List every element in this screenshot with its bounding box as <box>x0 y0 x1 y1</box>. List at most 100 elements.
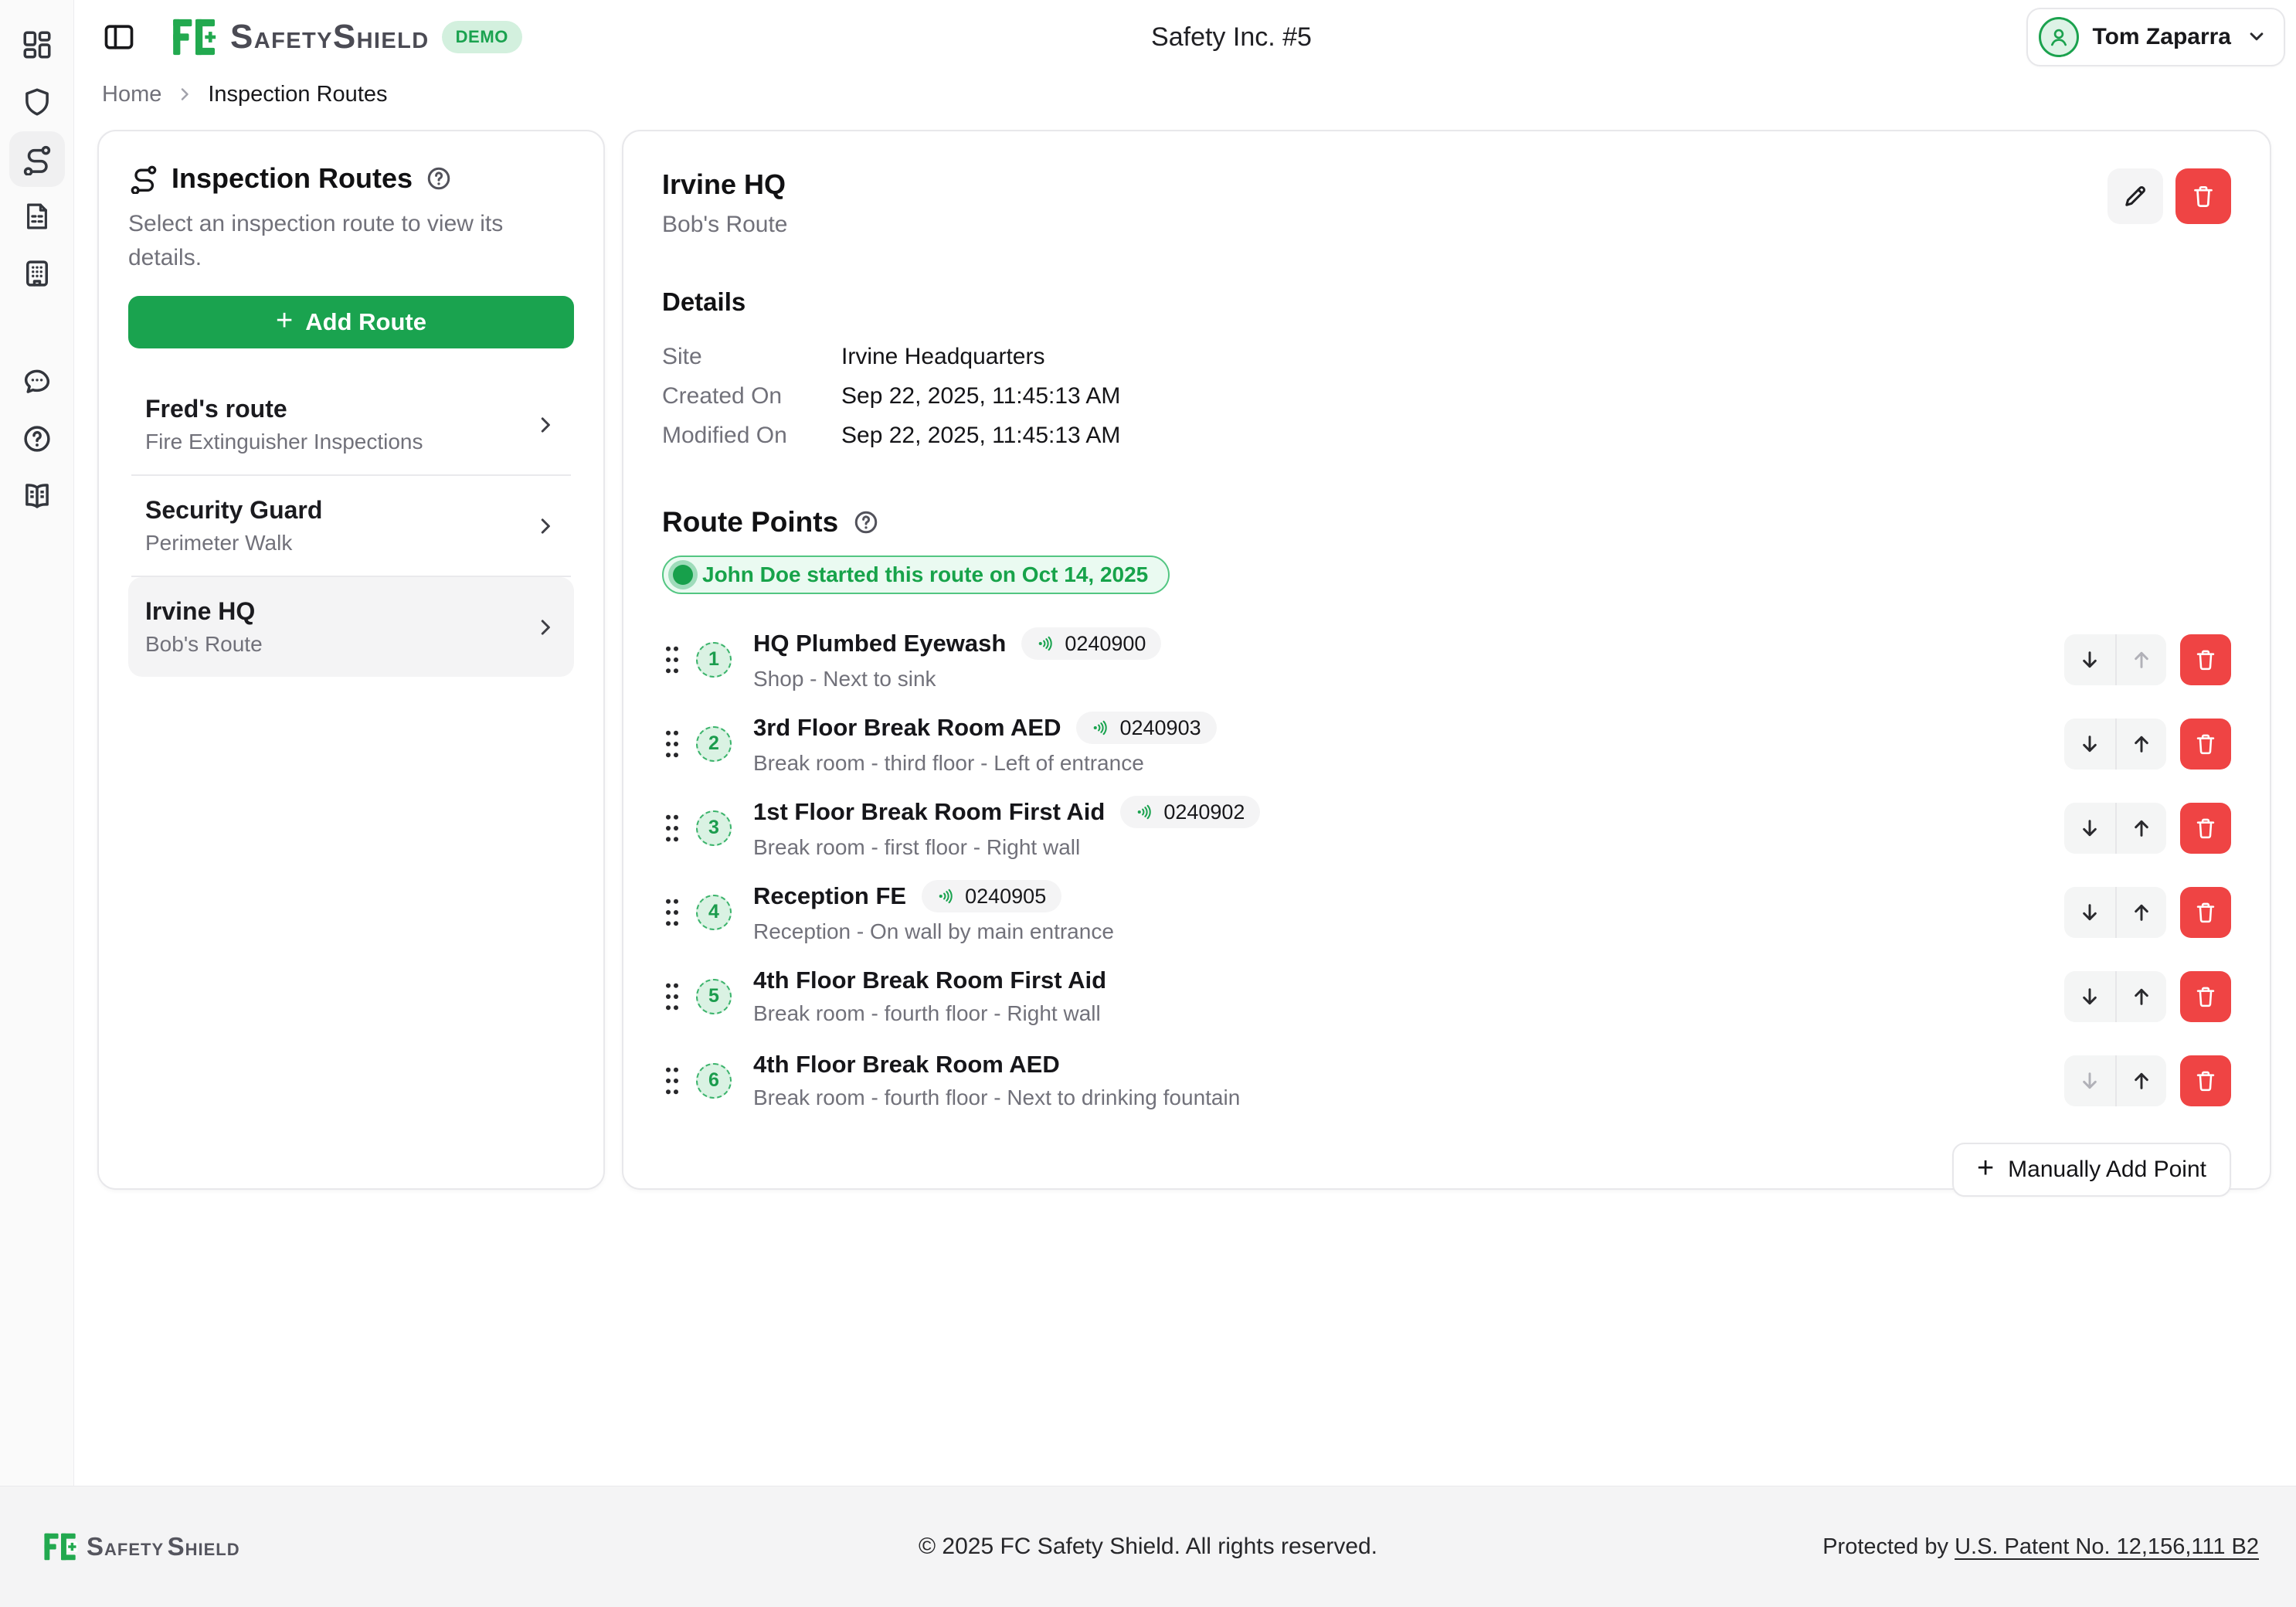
delete-point-button[interactable] <box>2180 803 2231 854</box>
plus-icon: + <box>276 304 293 338</box>
point-number-badge: 3 <box>696 810 732 846</box>
detail-row-modified-on: Modified On Sep 22, 2025, 11:45:13 AM <box>662 416 2231 455</box>
drag-handle-icon[interactable] <box>662 981 682 1012</box>
drag-handle-icon[interactable] <box>662 897 682 928</box>
point-text: Reception FE 0240905 Reception - On wall… <box>753 880 2049 944</box>
add-route-button[interactable]: + Add Route <box>128 296 574 348</box>
move-up-button[interactable] <box>2115 971 2166 1022</box>
rfid-tag-badge: 0240902 <box>1120 796 1260 828</box>
drag-handle-icon[interactable] <box>662 813 682 844</box>
move-up-button[interactable] <box>2115 803 2166 854</box>
move-down-button[interactable] <box>2064 719 2115 770</box>
drag-handle-icon[interactable] <box>662 644 682 675</box>
point-description: Break room - first floor - Right wall <box>753 835 2049 860</box>
sidebar-item-dashboard[interactable] <box>9 17 65 73</box>
delete-point-button[interactable] <box>2180 634 2231 685</box>
sidebar-item-help[interactable] <box>9 411 65 467</box>
delete-point-button[interactable] <box>2180 887 2231 938</box>
delete-point-button[interactable] <box>2180 719 2231 770</box>
route-list-item-security-guard[interactable]: Security Guard Perimeter Walk <box>128 476 574 576</box>
point-title: 1st Floor Break Room First Aid <box>753 798 1105 826</box>
rfid-tag-badge: 0240903 <box>1076 712 1216 744</box>
logo-word-shield: Shield <box>333 18 430 56</box>
sidebar-toggle-button[interactable] <box>97 15 141 59</box>
arrow-up-icon <box>2129 1069 2154 1093</box>
drag-handle-icon[interactable] <box>662 1065 682 1096</box>
chevron-right-icon <box>534 515 557 538</box>
breadcrumb-home-link[interactable]: Home <box>102 82 161 107</box>
move-down-button[interactable] <box>2064 803 2115 854</box>
route-item-text: Security Guard Perimeter Walk <box>145 496 534 555</box>
route-list-item-freds-route[interactable]: Fred's route Fire Extinguisher Inspectio… <box>128 375 574 474</box>
edit-route-button[interactable] <box>2107 168 2163 224</box>
user-name: Tom Zaparra <box>2093 24 2232 50</box>
app-root: Safety Shield DEMO Safety Inc. #5 Tom Za… <box>0 0 2296 1607</box>
trash-icon <box>2189 182 2217 210</box>
route-points-help-icon[interactable] <box>852 508 880 536</box>
person-icon <box>2046 25 2071 49</box>
sidebar-item-docs[interactable] <box>9 468 65 524</box>
panel-toggle-icon <box>102 20 136 54</box>
arrow-down-icon <box>2077 1069 2102 1093</box>
point-title: 4th Floor Break Room AED <box>753 1051 1060 1079</box>
app-logo[interactable]: Safety Shield <box>172 18 430 56</box>
route-item-description: Perimeter Walk <box>145 531 534 555</box>
move-down-button[interactable] <box>2064 634 2115 685</box>
dashboard-icon <box>21 29 53 61</box>
manually-add-point-label: Manually Add Point <box>2008 1157 2206 1183</box>
reorder-button-group <box>2064 634 2166 685</box>
arrow-up-icon <box>2129 647 2154 672</box>
org-title: Safety Inc. #5 <box>1151 22 1312 53</box>
point-number-badge: 1 <box>696 642 732 678</box>
route-list-item-irvine-hq[interactable]: Irvine HQ Bob's Route <box>128 577 574 677</box>
routes-help-icon[interactable] <box>425 165 453 192</box>
breadcrumb-current: Inspection Routes <box>208 82 387 107</box>
trash-icon <box>2192 984 2219 1010</box>
sidebar-item-forms[interactable] <box>9 189 65 244</box>
trash-icon <box>2192 647 2219 673</box>
route-points-heading: Route Points <box>662 506 838 538</box>
rfid-waves-icon <box>1037 634 1057 654</box>
delete-point-button[interactable] <box>2180 1055 2231 1106</box>
avatar <box>2039 17 2079 57</box>
point-description: Break room - third floor - Left of entra… <box>753 751 2049 776</box>
trash-icon <box>2192 899 2219 926</box>
detail-value: Sep 22, 2025, 11:45:13 AM <box>841 383 1120 409</box>
move-up-button[interactable] <box>2115 1055 2166 1106</box>
reorder-button-group <box>2064 971 2166 1022</box>
manually-add-point-button[interactable]: + Manually Add Point <box>1952 1143 2231 1197</box>
move-up-button[interactable] <box>2115 719 2166 770</box>
detail-title-block: Irvine HQ Bob's Route <box>662 168 788 238</box>
rfid-tag-number: 0240900 <box>1065 632 1146 656</box>
icon-rail <box>0 0 74 1486</box>
sidebar-item-sites[interactable] <box>9 246 65 301</box>
rfid-waves-icon <box>937 886 957 906</box>
move-down-button[interactable] <box>2064 971 2115 1022</box>
move-up-button[interactable] <box>2115 887 2166 938</box>
reorder-button-group <box>2064 1055 2166 1106</box>
move-down-button[interactable] <box>2064 887 2115 938</box>
sidebar-item-inspection-routes[interactable] <box>9 131 65 187</box>
building-icon <box>21 257 53 290</box>
sidebar-item-feedback[interactable] <box>9 354 65 409</box>
drag-handle-icon[interactable] <box>662 729 682 759</box>
demo-badge: DEMO <box>442 21 522 53</box>
detail-row-site: Site Irvine Headquarters <box>662 337 2231 376</box>
route-point-row-3: 3 1st Floor Break Room First Aid 0240902 <box>662 786 2231 870</box>
move-up-button <box>2115 634 2166 685</box>
route-list: Fred's route Fire Extinguisher Inspectio… <box>128 375 574 677</box>
detail-row-created-on: Created On Sep 22, 2025, 11:45:13 AM <box>662 376 2231 416</box>
user-menu-button[interactable]: Tom Zaparra <box>2026 8 2286 66</box>
route-item-text: Irvine HQ Bob's Route <box>145 597 534 657</box>
point-description: Break room - fourth floor - Next to drin… <box>753 1085 2049 1110</box>
footer: Safety Shield © 2025 FC Safety Shield. A… <box>0 1486 2296 1607</box>
arrow-up-icon <box>2129 984 2154 1009</box>
reorder-button-group <box>2064 803 2166 854</box>
point-text: HQ Plumbed Eyewash 0240900 Shop - Next t… <box>753 627 2049 691</box>
patent-link[interactable]: U.S. Patent No. 12,156,111 B2 <box>1955 1534 2259 1559</box>
delete-point-button[interactable] <box>2180 971 2231 1022</box>
logo-word-safety: Safety <box>87 1532 164 1561</box>
help-icon <box>21 423 53 455</box>
delete-route-button[interactable] <box>2175 168 2231 224</box>
sidebar-item-safety[interactable] <box>9 74 65 130</box>
